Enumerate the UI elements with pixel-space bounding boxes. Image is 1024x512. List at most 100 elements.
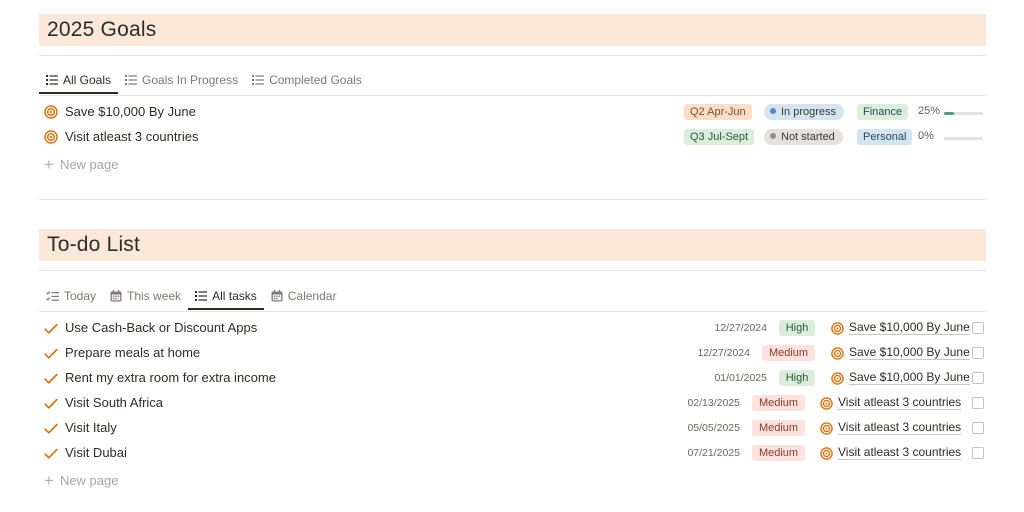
- goal-title: Visit atleast 3 countries: [65, 129, 199, 144]
- task-row[interactable]: Rent my extra room for extra income 01/01…: [39, 366, 986, 391]
- task-row[interactable]: Prepare meals at home 12/27/2024 Medium Sav…: [39, 341, 986, 366]
- calendar-icon: [271, 290, 288, 302]
- related-goal-link[interactable]: Save $10,000 By June: [831, 369, 970, 387]
- related-goal-title: Save $10,000 By June: [849, 370, 970, 385]
- task-row[interactable]: Visit South Africa 02/13/2025 Medium Visit …: [39, 391, 986, 416]
- task-checkbox[interactable]: [972, 347, 984, 359]
- related-goal-link[interactable]: Save $10,000 By June: [831, 319, 970, 337]
- list-icon: [252, 75, 269, 85]
- goal-title: Save $10,000 By June: [65, 104, 196, 119]
- category-tag: Personal: [857, 129, 913, 145]
- task-title: Prepare meals at home: [65, 345, 201, 360]
- todo-title: To-do List: [47, 233, 141, 256]
- list-icon: [46, 75, 63, 85]
- tab-this-week[interactable]: This week: [103, 283, 188, 309]
- tab-label: Goals In Progress: [142, 73, 239, 87]
- task-row[interactable]: Visit Italy 05/05/2025 Medium Visit atleast…: [39, 416, 986, 441]
- todo-banner: To-do List: [39, 229, 986, 261]
- todo-new-page-button[interactable]: + New page: [44, 470, 118, 490]
- progress-percent: 0%: [918, 130, 934, 142]
- task-title: Rent my extra room for extra income: [65, 370, 276, 385]
- tab-label: This week: [127, 289, 182, 303]
- priority-tag: Medium: [752, 420, 805, 436]
- target-icon: [44, 105, 58, 124]
- goals-tabs: All Goals Goals In Progress Completed Goal…: [39, 67, 369, 94]
- due-date: 12/27/2024: [697, 347, 750, 359]
- goals-banner: 2025 Goals: [39, 14, 986, 46]
- task-title: Visit Dubai: [65, 445, 127, 460]
- checkmark-icon: [44, 372, 58, 390]
- list-icon: [195, 291, 212, 301]
- task-checkbox[interactable]: [972, 322, 984, 334]
- new-page-label: New page: [59, 472, 119, 488]
- status-dot: [770, 108, 776, 114]
- due-date: 07/21/2025: [687, 447, 740, 459]
- task-row[interactable]: Use Cash-Back or Discount Apps 12/27/2024…: [39, 316, 986, 341]
- task-checkbox[interactable]: [972, 397, 984, 409]
- divider: [39, 311, 986, 312]
- related-goal-link[interactable]: Visit atleast 3 countries: [820, 394, 962, 412]
- checkmark-icon: [44, 322, 58, 340]
- checklist-icon: [46, 290, 64, 302]
- due-date: 12/27/2024: [714, 322, 767, 334]
- related-goal-title: Save $10,000 By June: [849, 345, 970, 360]
- progress-percent: 25%: [918, 105, 941, 117]
- calendar-icon: [110, 290, 127, 302]
- status-badge: In progress: [764, 104, 845, 120]
- priority-tag: High: [779, 320, 815, 336]
- task-title: Visit Italy: [65, 420, 117, 435]
- tab-label: Today: [64, 289, 97, 303]
- tab-label: Calendar: [287, 289, 337, 303]
- related-goal-title: Visit atleast 3 countries: [838, 420, 962, 435]
- goal-row[interactable]: Visit atleast 3 countries Q3 Jul-Sept Not …: [39, 125, 986, 150]
- target-icon: [820, 446, 833, 460]
- tab-goals-in-progress[interactable]: Goals In Progress: [118, 67, 245, 93]
- tab-all-goals[interactable]: All Goals: [39, 67, 119, 94]
- task-title: Visit South Africa: [65, 395, 164, 410]
- due-date: 05/05/2025: [687, 422, 740, 434]
- due-date: 02/13/2025: [687, 397, 740, 409]
- due-date: 01/01/2025: [714, 372, 767, 384]
- divider: [39, 270, 986, 271]
- target-icon: [831, 321, 844, 335]
- divider: [39, 55, 986, 56]
- status-dot: [770, 133, 776, 139]
- checkmark-icon: [44, 347, 58, 365]
- task-row[interactable]: Visit Dubai 07/21/2025 Medium Visit atleast…: [39, 441, 986, 466]
- status-badge: Not started: [764, 129, 843, 145]
- checkmark-icon: [44, 447, 58, 465]
- new-page-label: New page: [59, 156, 119, 172]
- task-checkbox[interactable]: [972, 422, 984, 434]
- tab-calendar[interactable]: Calendar: [264, 283, 344, 309]
- quarter-tag: Q2 Apr-Jun: [684, 104, 752, 120]
- plus-icon: +: [44, 470, 54, 490]
- related-goal-title: Visit atleast 3 countries: [838, 395, 962, 410]
- list-icon: [125, 75, 142, 85]
- task-checkbox[interactable]: [972, 447, 984, 459]
- tab-today[interactable]: Today: [39, 283, 103, 309]
- plus-icon: +: [44, 154, 54, 174]
- target-icon: [820, 421, 833, 435]
- tab-label: Completed Goals: [269, 73, 362, 87]
- status-label: In progress: [781, 106, 837, 118]
- tab-label: All tasks: [212, 289, 257, 303]
- todo-tabs: Today This week All tasks Calendar: [39, 283, 343, 310]
- target-icon: [44, 130, 58, 149]
- checkmark-icon: [44, 397, 58, 415]
- goal-row[interactable]: Save $10,000 By June Q2 Apr-Jun In progres…: [39, 100, 986, 125]
- tab-all-tasks[interactable]: All tasks: [188, 283, 264, 310]
- related-goal-link[interactable]: Visit atleast 3 countries: [820, 419, 962, 437]
- progress-bar: [944, 112, 983, 115]
- priority-tag: Medium: [752, 395, 805, 411]
- priority-tag: High: [779, 370, 815, 386]
- tab-completed-goals[interactable]: Completed Goals: [245, 67, 369, 93]
- related-goal-link[interactable]: Visit atleast 3 countries: [820, 444, 962, 462]
- goals-new-page-button[interactable]: + New page: [44, 154, 118, 174]
- priority-tag: Medium: [762, 345, 815, 361]
- progress-bar: [944, 137, 983, 140]
- goals-title: 2025 Goals: [47, 18, 157, 41]
- progress-fill: [944, 112, 954, 115]
- task-checkbox[interactable]: [972, 372, 984, 384]
- related-goal-link[interactable]: Save $10,000 By June: [831, 344, 970, 362]
- target-icon: [820, 396, 833, 410]
